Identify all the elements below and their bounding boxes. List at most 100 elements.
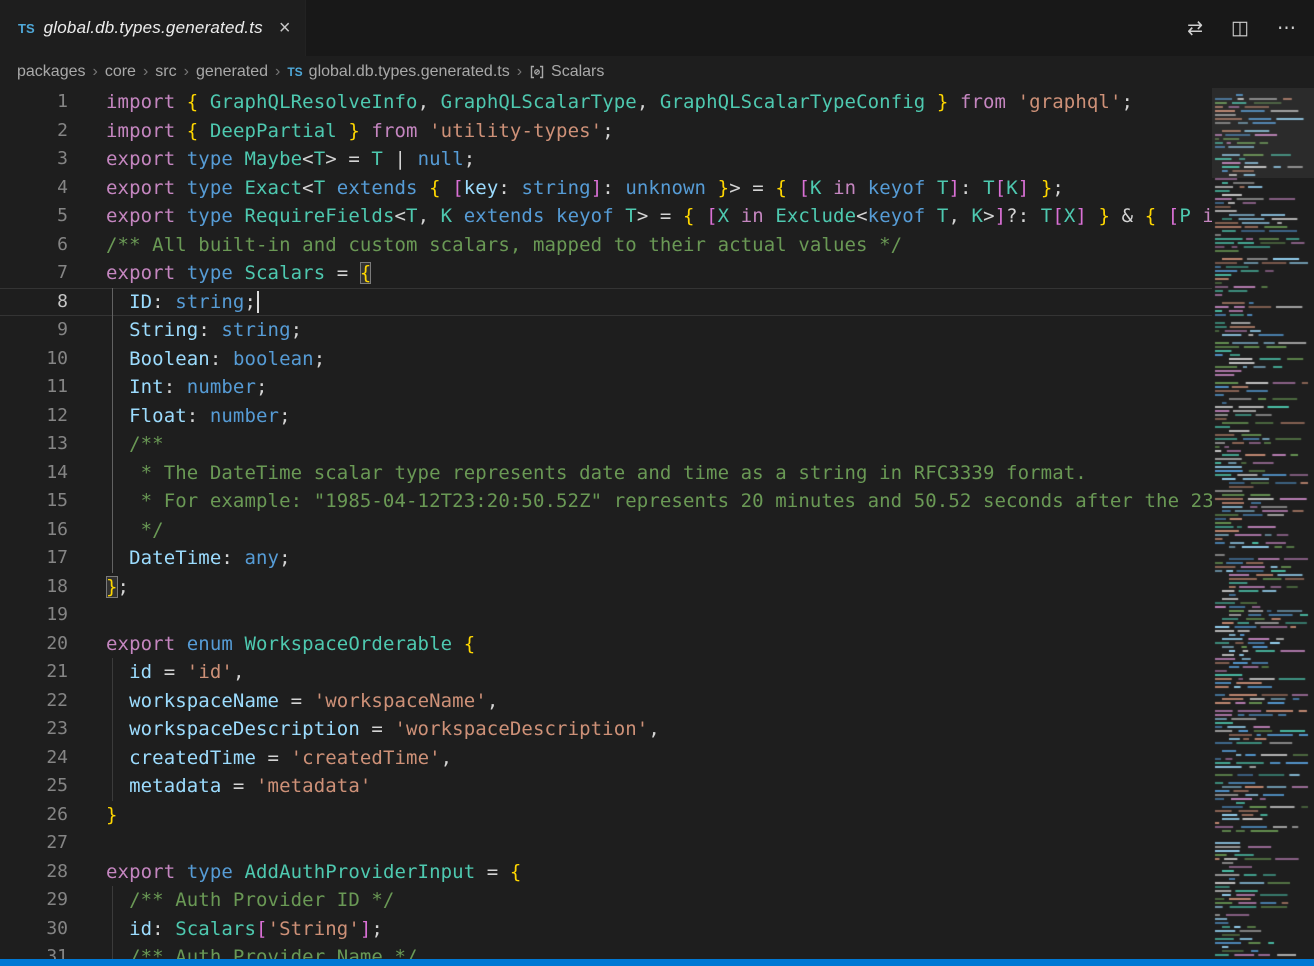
open-changes-icon[interactable]: ⇄ — [1187, 19, 1203, 38]
line-number[interactable]: 23 — [0, 715, 68, 744]
line-number[interactable]: 22 — [0, 687, 68, 716]
code-line-1[interactable]: 1import { GraphQLResolveInfo, GraphQLSca… — [0, 88, 1212, 117]
code-line-11[interactable]: 11 Int: number; — [0, 373, 1212, 402]
breadcrumb-item-packages[interactable]: packages — [17, 63, 86, 81]
token: > — [983, 205, 995, 227]
token: export — [106, 262, 175, 284]
line-number[interactable]: 9 — [0, 316, 68, 345]
token — [706, 177, 718, 199]
line-number[interactable]: 28 — [0, 858, 68, 887]
code-line-26[interactable]: 26} — [0, 801, 1212, 830]
line-number[interactable]: 21 — [0, 658, 68, 687]
code-line-13[interactable]: 13 /** — [0, 430, 1212, 459]
token: extends keyof — [452, 205, 614, 227]
more-actions-icon[interactable]: ⋯ — [1277, 19, 1296, 38]
line-number[interactable]: 7 — [0, 259, 68, 288]
code-line-20[interactable]: 20export enum WorkspaceOrderable { — [0, 630, 1212, 659]
line-number[interactable]: 27 — [0, 829, 68, 858]
code-text: id: Scalars['String']; — [68, 915, 383, 944]
line-number[interactable]: 5 — [0, 202, 68, 231]
line-number[interactable]: 24 — [0, 744, 68, 773]
token: metadata — [106, 775, 221, 797]
close-tab-icon[interactable]: × — [279, 18, 291, 38]
code-text: export enum WorkspaceOrderable { — [68, 630, 475, 659]
code-line-21[interactable]: 21 id = 'id', — [0, 658, 1212, 687]
line-number[interactable]: 31 — [0, 943, 68, 959]
token — [418, 177, 430, 199]
line-number[interactable]: 26 — [0, 801, 68, 830]
line-number[interactable]: 18 — [0, 573, 68, 602]
code-line-8[interactable]: 8 ID: string; — [0, 288, 1212, 317]
code-line-27[interactable]: 27 — [0, 829, 1212, 858]
line-number[interactable]: 20 — [0, 630, 68, 659]
breadcrumb-item-global-db-types-generated-ts[interactable]: TSglobal.db.types.generated.ts — [287, 63, 509, 81]
line-number[interactable]: 19 — [0, 601, 68, 630]
code-line-5[interactable]: 5export type RequireFields<T, K extends … — [0, 202, 1212, 231]
token: type — [175, 861, 233, 883]
code-line-29[interactable]: 29 /** Auth Provider ID */ — [0, 886, 1212, 915]
line-number[interactable]: 12 — [0, 402, 68, 431]
token — [695, 205, 707, 227]
code-line-4[interactable]: 4export type Exact<T extends { [key: str… — [0, 174, 1212, 203]
line-number[interactable]: 10 — [0, 345, 68, 374]
code-line-6[interactable]: 6/** All built-in and custom scalars, ma… — [0, 231, 1212, 260]
code-line-16[interactable]: 16 */ — [0, 516, 1212, 545]
code-line-12[interactable]: 12 Float: number; — [0, 402, 1212, 431]
code-line-30[interactable]: 30 id: Scalars['String']; — [0, 915, 1212, 944]
token: 'workspaceDescription' — [394, 718, 648, 740]
split-editor-icon[interactable]: ◫ — [1231, 19, 1249, 38]
line-number[interactable]: 3 — [0, 145, 68, 174]
indent-guide — [112, 744, 113, 773]
code-text: id = 'id', — [68, 658, 244, 687]
line-number[interactable]: 1 — [0, 88, 68, 117]
code-line-18[interactable]: 18}; — [0, 573, 1212, 602]
token: ] — [591, 177, 603, 199]
code-line-23[interactable]: 23 workspaceDescription = 'workspaceDesc… — [0, 715, 1212, 744]
minimap-slider[interactable] — [1212, 88, 1314, 178]
code-line-22[interactable]: 22 workspaceName = 'workspaceName', — [0, 687, 1212, 716]
code-line-15[interactable]: 15 * For example: "1985-04-12T23:20:50.5… — [0, 487, 1212, 516]
token: export — [106, 148, 175, 170]
line-number[interactable]: 15 — [0, 487, 68, 516]
token: } — [937, 91, 949, 113]
token: T — [925, 205, 948, 227]
minimap[interactable] — [1212, 88, 1314, 959]
tab-global-db-types-generated-ts[interactable]: TS global.db.types.generated.ts × — [0, 0, 306, 56]
token: DateTime — [106, 547, 221, 569]
line-number[interactable]: 13 — [0, 430, 68, 459]
code-line-14[interactable]: 14 * The DateTime scalar type represents… — [0, 459, 1212, 488]
code-line-17[interactable]: 17 DateTime: any; — [0, 544, 1212, 573]
line-number[interactable]: 11 — [0, 373, 68, 402]
line-number[interactable]: 30 — [0, 915, 68, 944]
code-line-19[interactable]: 19 — [0, 601, 1212, 630]
line-number[interactable]: 29 — [0, 886, 68, 915]
breadcrumb-item-src[interactable]: src — [155, 63, 176, 81]
line-number[interactable]: 17 — [0, 544, 68, 573]
code-line-2[interactable]: 2import { DeepPartial } from 'utility-ty… — [0, 117, 1212, 146]
line-number[interactable]: 2 — [0, 117, 68, 146]
code-line-31[interactable]: 31 /** Auth Provider Name */ — [0, 943, 1212, 959]
typescript-file-icon: TS — [287, 65, 302, 79]
breadcrumb-item-core[interactable]: core — [105, 63, 136, 81]
line-number[interactable]: 8 — [0, 288, 68, 317]
line-number[interactable]: 4 — [0, 174, 68, 203]
code-lines: 1import { GraphQLResolveInfo, GraphQLSca… — [0, 88, 1212, 959]
token: 'utility-types' — [418, 120, 603, 142]
code-text: workspaceDescription = 'workspaceDescrip… — [68, 715, 660, 744]
line-number[interactable]: 25 — [0, 772, 68, 801]
line-number[interactable]: 14 — [0, 459, 68, 488]
code-line-24[interactable]: 24 createdTime = 'createdTime', — [0, 744, 1212, 773]
indent-guide — [112, 487, 113, 516]
line-number[interactable]: 6 — [0, 231, 68, 260]
token: > = — [325, 148, 371, 170]
token: : — [210, 348, 233, 370]
breadcrumb-item-scalars[interactable]: Scalars — [529, 63, 604, 81]
code-line-7[interactable]: 7export type Scalars = { — [0, 259, 1212, 288]
breadcrumb-item-generated[interactable]: generated — [196, 63, 268, 81]
code-line-10[interactable]: 10 Boolean: boolean; — [0, 345, 1212, 374]
code-line-3[interactable]: 3export type Maybe<T> = T | null; — [0, 145, 1212, 174]
code-line-25[interactable]: 25 metadata = 'metadata' — [0, 772, 1212, 801]
code-line-9[interactable]: 9 String: string; — [0, 316, 1212, 345]
code-line-28[interactable]: 28export type AddAuthProviderInput = { — [0, 858, 1212, 887]
line-number[interactable]: 16 — [0, 516, 68, 545]
